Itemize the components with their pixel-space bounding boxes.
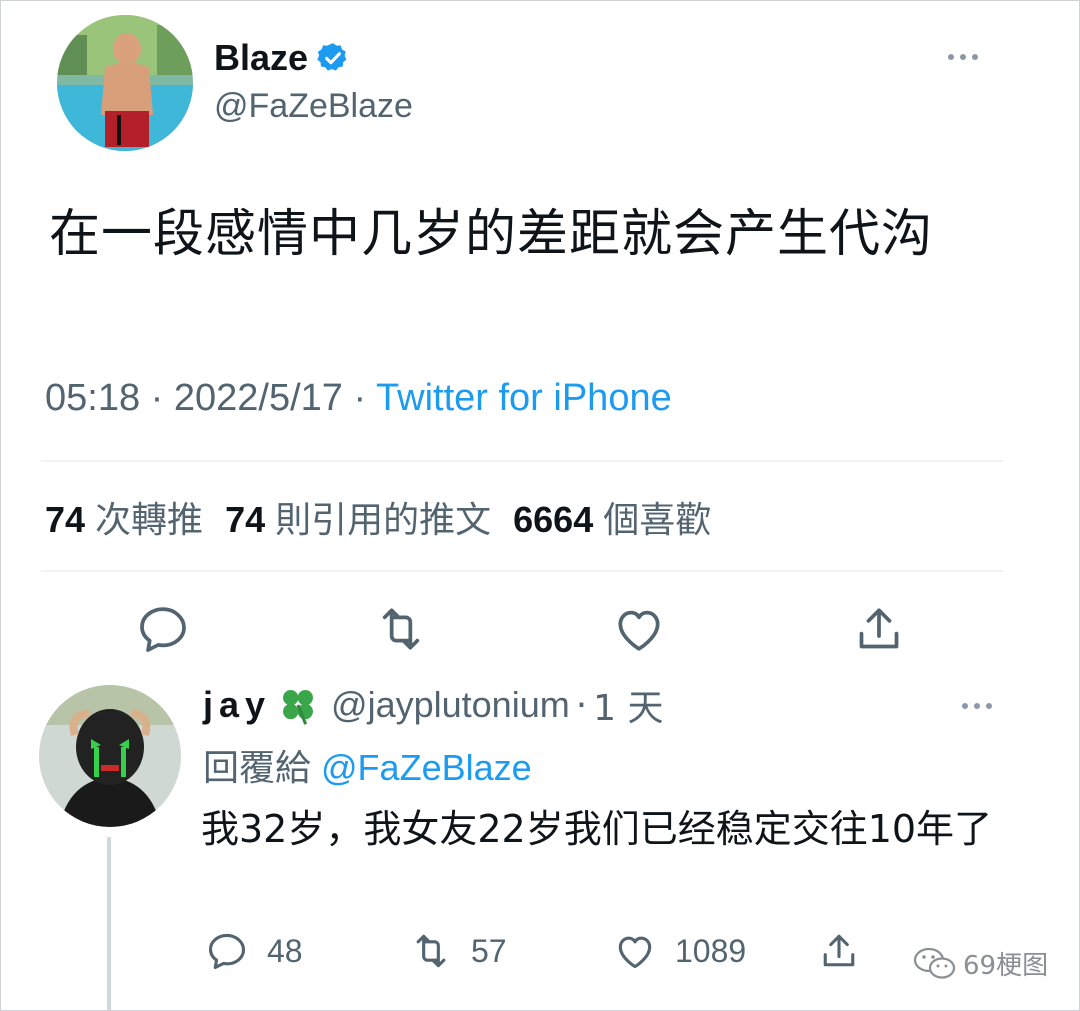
tweet-text: 在一段感情中几岁的差距就会产生代沟 [49, 205, 934, 264]
reply-time[interactable]: 1 天 [593, 679, 663, 731]
clover-icon [283, 690, 313, 725]
divider-top [41, 460, 1003, 462]
reply-reply-action[interactable]: 48 [205, 929, 303, 973]
reply-like-action[interactable]: 1089 [613, 929, 746, 973]
meta-dot: · [575, 684, 588, 726]
share-icon[interactable] [851, 601, 907, 657]
retweets-label[interactable]: 次轉推 [95, 491, 203, 543]
watermark: 69梗图 [913, 945, 1048, 982]
reply-icon[interactable] [205, 929, 249, 973]
reply-author-avatar[interactable] [39, 685, 181, 827]
verified-badge-icon [317, 43, 347, 71]
reply-retweet-action[interactable]: 57 [409, 929, 507, 973]
like-icon[interactable] [613, 929, 657, 973]
tweet-time[interactable]: 05:18 [45, 377, 140, 419]
retweets-count[interactable]: 74 [45, 499, 85, 541]
tweet-stats: 74 次轉推 74 則引用的推文 6664 個喜歡 [45, 491, 733, 543]
reply-more-icon[interactable] [959, 696, 995, 716]
screenshot-frame: Blaze @FaZeBlaze 在一段感情中几岁的差距就会产生代沟 05:18… [0, 0, 1080, 1011]
like-count: 1089 [675, 932, 747, 969]
meta-separator: · [342, 377, 377, 419]
reply-header: jay @jayplutonium · 1 天 [203, 679, 664, 731]
tweet-date[interactable]: 2022/5/17 [174, 377, 343, 419]
replying-to: 回覆給 @FaZeBlaze [203, 739, 532, 791]
reply-icon[interactable] [135, 601, 191, 657]
replying-label: 回覆給 [203, 748, 312, 789]
author-name[interactable]: Blaze [214, 37, 308, 79]
retweet-icon[interactable] [409, 929, 453, 973]
quotes-label[interactable]: 則引用的推文 [275, 491, 491, 543]
author-handle[interactable]: @FaZeBlaze [214, 87, 413, 126]
watermark-text: 69梗图 [963, 951, 1049, 981]
author-avatar[interactable] [57, 15, 193, 151]
more-icon[interactable] [945, 47, 981, 67]
meta-separator: · [140, 377, 174, 419]
reply-author-handle[interactable]: @jayplutonium [331, 684, 570, 726]
wechat-icon [913, 947, 956, 979]
author-name-row: Blaze [214, 37, 350, 79]
likes-count[interactable]: 6664 [513, 499, 593, 541]
like-icon[interactable] [611, 601, 667, 657]
reply-count: 48 [267, 932, 303, 969]
tweet-source[interactable]: Twitter for iPhone [376, 377, 672, 419]
tweet-meta: 05:18 · 2022/5/17 · Twitter for iPhone [45, 377, 672, 420]
reply-text: 我32岁，我女友22岁我们已经稳定交往10年了 [201, 807, 993, 851]
quotes-count[interactable]: 74 [225, 499, 265, 541]
reply-share-action[interactable] [817, 929, 861, 973]
likes-label[interactable]: 個喜歡 [603, 491, 711, 543]
reply-author-name[interactable]: jay [203, 684, 271, 726]
divider-bottom [41, 570, 1003, 572]
replying-to-handle[interactable]: @FaZeBlaze [321, 747, 532, 788]
share-icon[interactable] [817, 929, 861, 973]
thread-line [107, 837, 111, 1010]
retweet-icon[interactable] [373, 601, 429, 657]
retweet-count: 57 [471, 932, 507, 969]
